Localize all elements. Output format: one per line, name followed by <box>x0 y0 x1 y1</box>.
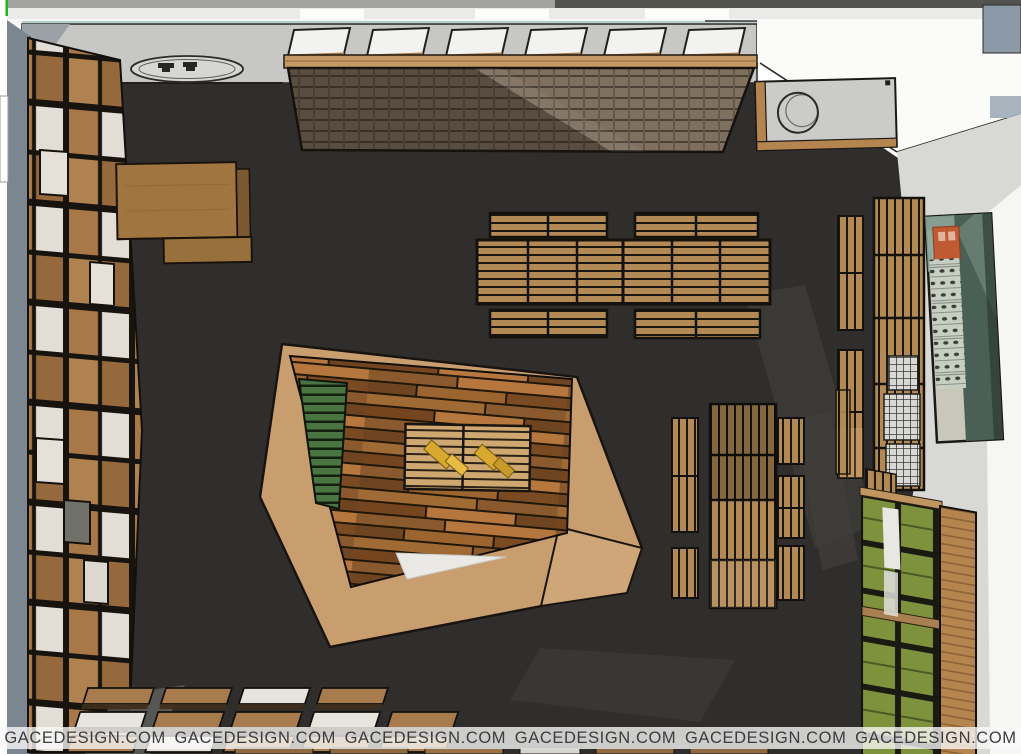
slat-table <box>778 546 804 600</box>
slat-table <box>635 310 760 338</box>
slatted-canopy-screen <box>284 55 757 152</box>
scene <box>0 0 1021 754</box>
watermark-text: GACEDESIGN.COM <box>855 729 1017 748</box>
slatted-display-table <box>404 424 530 491</box>
oval-ceiling-panel <box>131 56 243 82</box>
watermark-text: GACEDESIGN.COM <box>685 729 847 748</box>
slat-table <box>778 418 804 464</box>
wall-poster <box>925 213 1003 442</box>
poster-logo <box>933 226 961 261</box>
wood-side-panel <box>940 506 976 754</box>
corner-wall-panel <box>983 5 1021 53</box>
watermark-text: GACEDESIGN.COM <box>174 729 336 748</box>
watermark-text: GACEDESIGN.COM <box>4 729 166 748</box>
white-panel <box>882 507 900 570</box>
wall-cabinet-unit <box>755 78 897 151</box>
green-shelf-unit <box>860 468 976 754</box>
watermark-text: GACEDESIGN.COM <box>345 729 507 748</box>
mesh-baskets <box>884 356 920 486</box>
watermark-text: GACEDESIGN.COM <box>515 729 677 748</box>
white-panel <box>884 570 898 616</box>
left-cube-shelving-wall <box>28 38 142 752</box>
corner-wall-panel <box>990 96 1021 118</box>
render-canvas: GACEDESIGN.COM GACEDESIGN.COM GACEDESIGN… <box>0 0 1021 754</box>
slat-table <box>672 548 698 598</box>
axis-line <box>6 0 9 16</box>
watermark-strip: GACEDESIGN.COM GACEDESIGN.COM GACEDESIGN… <box>0 727 1021 749</box>
